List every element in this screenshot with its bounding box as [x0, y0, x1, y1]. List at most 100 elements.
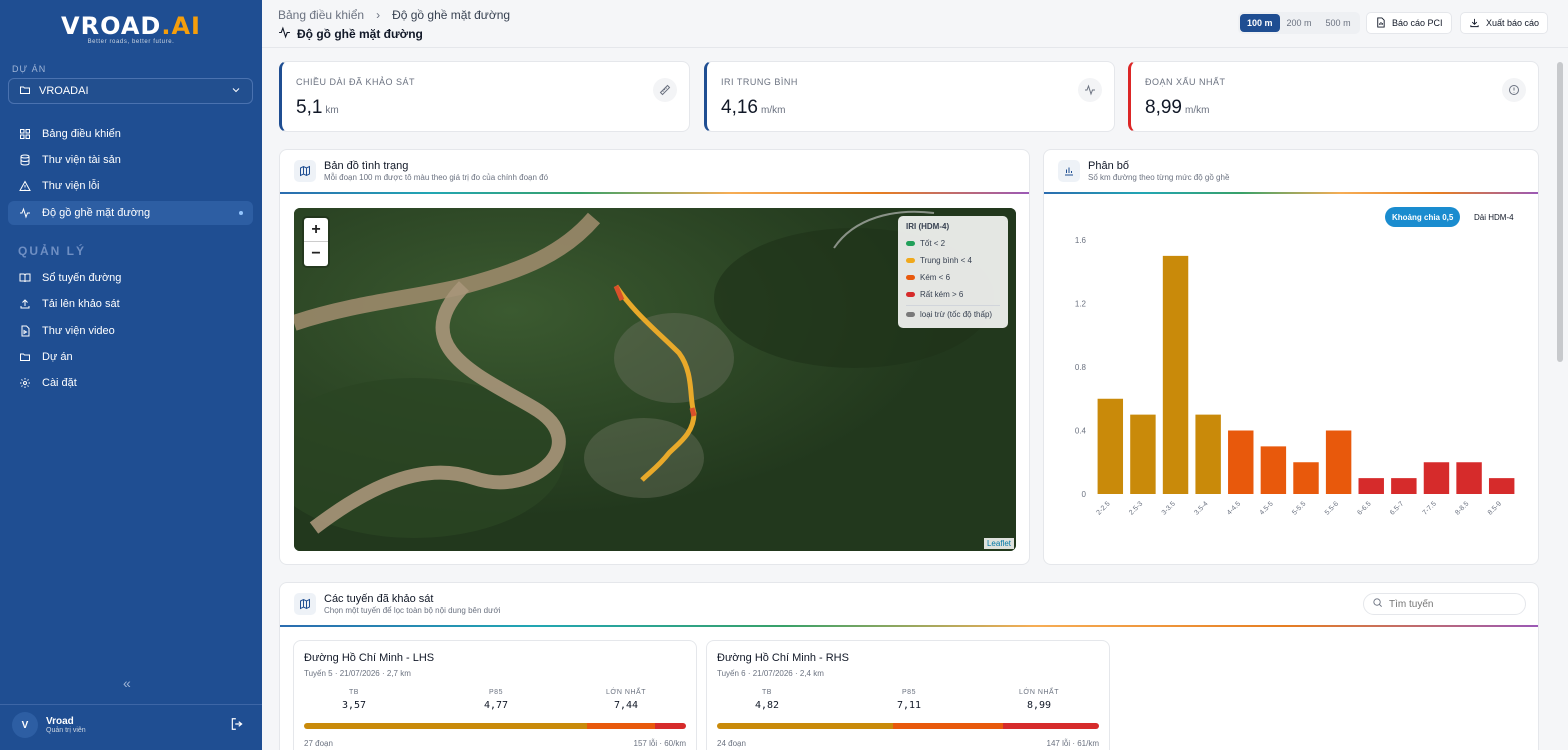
map-panel-header: Bản đồ tình trạng Mỗi đoạn 100 m được tô… — [294, 160, 548, 182]
stat-value: 5,1 km — [296, 97, 339, 118]
route-condition-bar — [304, 723, 686, 729]
toggle-interval-05[interactable]: Khoảng chia 0,5 — [1385, 207, 1461, 227]
sidebar-item-settings[interactable]: Cài đặt — [8, 371, 253, 395]
pci-report-button[interactable]: Báo cáo PCI — [1366, 12, 1452, 34]
sidebar-item-label: Thư viện video — [42, 325, 115, 337]
stat-card-worst-segment: ĐOẠN XẤU NHẤT 8,99 m/km — [1128, 61, 1539, 132]
sidebar-item-label: Cài đặt — [42, 377, 77, 389]
database-icon — [18, 153, 32, 167]
route-card-rhs[interactable]: Đường Hồ Chí Minh - RHS Tuyến 6 · 21/07/… — [706, 640, 1110, 750]
project-name: VROADAI — [39, 85, 89, 97]
bar-3-3.5[interactable] — [1162, 255, 1189, 494]
route-card-lhs[interactable]: Đường Hồ Chí Minh - LHS Tuyến 5 · 21/07/… — [293, 640, 697, 750]
bar-4-4.5[interactable] — [1228, 430, 1254, 495]
brand-logo[interactable]: VROAD.AI Better roads, better future. — [0, 12, 262, 45]
breadcrumb-dashboard[interactable]: Bảng điều khiển — [278, 8, 364, 22]
sidebar-item-projects[interactable]: Dự án — [8, 345, 253, 369]
route-metric-max: LỚN NHẤT 7,44 — [606, 689, 646, 711]
avatar: V — [12, 712, 38, 738]
bar-4.5-5[interactable] — [1260, 446, 1287, 494]
route-bar-segment — [655, 723, 686, 729]
stat-card-average-iri: IRI TRUNG BÌNH 4,16 m/km — [704, 61, 1115, 132]
interval-200m[interactable]: 200 m — [1280, 14, 1319, 32]
bar-6-6.5[interactable] — [1358, 478, 1384, 494]
route-name: Đường Hồ Chí Minh - LHS — [304, 652, 435, 664]
bar-7-7.5[interactable] — [1423, 462, 1450, 494]
book-icon — [18, 271, 32, 285]
route-metric-avg: TB 3,57 — [341, 689, 367, 711]
activity-icon — [278, 26, 291, 42]
sidebar: VROAD.AI Better roads, better future. DỰ… — [0, 0, 262, 750]
interval-500m[interactable]: 500 m — [1319, 14, 1358, 32]
folder-icon — [19, 84, 31, 99]
route-bar-segment — [1003, 723, 1099, 729]
alert-circle-icon — [1502, 78, 1526, 102]
sidebar-item-defect-library[interactable]: Thư viện lỗi — [8, 174, 253, 198]
activity-icon — [18, 206, 32, 220]
sidebar-item-label: Tải lên khảo sát — [42, 298, 120, 310]
grid-icon — [18, 127, 32, 141]
route-defects: 157 lỗi · 60/km — [633, 739, 686, 748]
bar-5.5-6[interactable] — [1325, 430, 1352, 495]
header-divider — [280, 192, 1029, 194]
search-icon — [1372, 595, 1383, 613]
sidebar-item-dashboard[interactable]: Bảng điều khiển — [8, 122, 253, 146]
breadcrumb-separator: › — [376, 8, 381, 22]
export-report-button[interactable]: Xuất báo cáo — [1460, 12, 1549, 34]
sidebar-item-upload-survey[interactable]: Tải lên khảo sát — [8, 292, 253, 316]
distribution-chart: 0 0.4 0.8 1.2 1.6 2-2.5 2.5-3 3-3.5 3.5-4 4-4.5 4.… — [1075, 236, 1515, 517]
project-select[interactable]: VROADAI — [8, 78, 253, 104]
map-attribution[interactable]: Leaflet — [983, 538, 1014, 549]
bar-3.5-4[interactable] — [1195, 414, 1221, 494]
chevron-down-icon — [230, 84, 242, 99]
route-bar-segment — [892, 723, 1004, 729]
bar-5-5.5[interactable] — [1293, 462, 1319, 494]
route-search-input[interactable] — [1389, 598, 1519, 610]
bar-8-8.5[interactable] — [1456, 462, 1482, 494]
route-bar-segment — [304, 723, 587, 729]
zoom-in-button[interactable]: + — [304, 218, 328, 242]
legend-item: Tốt < 2 — [906, 235, 1000, 252]
breadcrumb-current: Độ gồ ghề mặt đường — [392, 8, 511, 22]
sidebar-item-asset-library[interactable]: Thư viện tài sản — [8, 148, 253, 172]
distribution-title: Phân bố — [1088, 160, 1129, 172]
zoom-out-button[interactable]: − — [304, 242, 328, 266]
user-name: Vroad — [46, 716, 74, 727]
collapse-sidebar-button[interactable]: « — [123, 675, 131, 691]
user-profile[interactable]: V Vroad Quản trị viên — [12, 712, 86, 738]
management-section-label: QUẢN LÝ — [18, 244, 86, 258]
page-scrollbar[interactable] — [1557, 62, 1563, 362]
bar-2-2.5[interactable] — [1097, 398, 1124, 494]
bar-8.5-9[interactable] — [1488, 478, 1515, 494]
map-panel: Bản đồ tình trạng Mỗi đoạn 100 m được tô… — [279, 149, 1030, 565]
route-defects: 147 lỗi · 61/km — [1046, 739, 1099, 748]
sidebar-item-video-library[interactable]: Thư viện video — [8, 319, 253, 343]
upload-icon — [18, 297, 32, 311]
bar-chart-icon — [1058, 160, 1080, 182]
page-title: Độ gồ ghề mặt đường — [278, 26, 423, 42]
zoom-controls: + − — [304, 218, 328, 266]
condition-map[interactable]: + − IRI (HDM-4) Tốt < 2 Trung bình < 4 K… — [294, 208, 1016, 551]
stat-label: IRI TRUNG BÌNH — [721, 77, 798, 87]
x-tick-label: 2-2.5 — [1095, 500, 1111, 516]
y-tick-label: 1.2 — [1075, 300, 1087, 309]
header-divider — [1044, 192, 1538, 194]
topbar: Bảng điều khiển › Độ gồ ghề mặt đường Độ… — [262, 0, 1568, 48]
y-tick-label: 1.6 — [1075, 236, 1087, 245]
x-tick-label: 8-8.5 — [1454, 500, 1470, 516]
project-section-label: DỰ ÁN — [12, 64, 47, 74]
route-metric-p85: P85 7,11 — [896, 689, 922, 711]
x-tick-label: 7-7.5 — [1422, 500, 1438, 516]
x-tick-label: 8.5-9 — [1487, 500, 1503, 516]
route-segments: 24 đoạn — [717, 739, 746, 748]
sidebar-item-route-book[interactable]: Sổ tuyến đường — [8, 266, 253, 290]
distribution-subtitle: Số km đường theo từng mức độ gồ ghề — [1088, 173, 1230, 182]
toggle-hdm4-bands[interactable]: Dải HDM-4 — [1467, 207, 1521, 227]
sidebar-item-roughness[interactable]: Độ gồ ghề mặt đường — [8, 201, 253, 225]
map-icon — [294, 593, 316, 615]
bar-2.5-3[interactable] — [1130, 414, 1156, 494]
bar-6.5-7[interactable] — [1391, 478, 1417, 494]
distribution-panel-header: Phân bố Số km đường theo từng mức độ gồ … — [1058, 160, 1229, 182]
logout-icon[interactable] — [230, 717, 244, 736]
interval-100m[interactable]: 100 m — [1240, 14, 1280, 32]
